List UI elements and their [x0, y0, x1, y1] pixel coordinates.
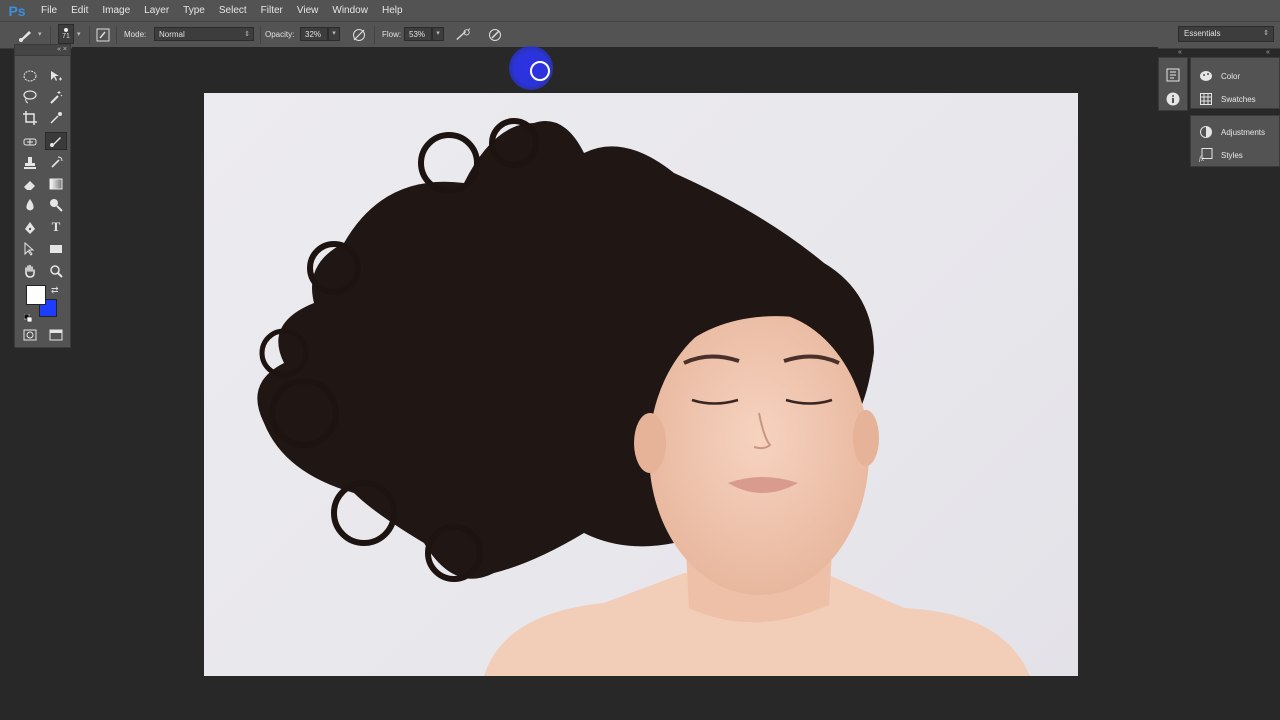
- color-panel-group: Color Swatches: [1190, 57, 1280, 109]
- panel-tab-swatches-label: Swatches: [1221, 94, 1256, 104]
- flow-slider-toggle-icon[interactable]: ▾: [432, 27, 444, 41]
- opacity-input[interactable]: 32%: [300, 27, 328, 41]
- svg-text:fx: fx: [1199, 155, 1205, 162]
- hand-tool-icon[interactable]: [19, 262, 41, 280]
- brush-picker-arrow-icon[interactable]: ▾: [77, 30, 81, 38]
- menu-edit[interactable]: Edit: [64, 5, 95, 16]
- brush-tool-icon[interactable]: [45, 132, 67, 150]
- info-panel-icon[interactable]: [1166, 92, 1180, 106]
- path-selection-tool-icon[interactable]: [19, 240, 41, 258]
- brush-tip-icon: [64, 28, 68, 32]
- blur-tool-icon[interactable]: [19, 196, 41, 214]
- panel-tab-styles[interactable]: fx Styles: [1191, 144, 1279, 166]
- workspace-switcher[interactable]: Essentials ⇕: [1178, 26, 1274, 42]
- dock-collapse-icon[interactable]: «: [1178, 49, 1182, 56]
- flow-input[interactable]: 53%: [404, 27, 432, 41]
- brush-panel-toggle-icon[interactable]: [95, 27, 111, 43]
- crop-tool-icon[interactable]: [19, 109, 41, 127]
- adjustments-icon: [1199, 125, 1213, 139]
- pressure-size-icon[interactable]: [487, 27, 503, 43]
- menu-view[interactable]: View: [290, 5, 326, 16]
- image-canvas[interactable]: [204, 93, 1078, 676]
- pen-tool-icon[interactable]: [19, 219, 41, 237]
- portrait-photo: [257, 118, 1030, 676]
- divider: [50, 26, 51, 44]
- toolbox-collapse-icon[interactable]: « ×: [15, 45, 70, 56]
- brush-size-picker[interactable]: 71: [58, 24, 74, 44]
- divider: [260, 26, 261, 44]
- menu-image[interactable]: Image: [95, 5, 137, 16]
- panel-tab-color-label: Color: [1221, 71, 1241, 81]
- menu-file[interactable]: File: [34, 5, 64, 16]
- magic-wand-tool-icon[interactable]: [45, 88, 67, 106]
- divider: [116, 26, 117, 44]
- eraser-tool-icon[interactable]: [19, 175, 41, 193]
- mode-label: Mode:: [124, 30, 147, 39]
- lasso-tool-icon[interactable]: [19, 88, 41, 106]
- panel-tab-adjustments[interactable]: Adjustments: [1191, 121, 1279, 143]
- dodge-tool-icon[interactable]: [45, 196, 67, 214]
- flow-label: Flow:: [382, 30, 402, 39]
- menu-select[interactable]: Select: [212, 5, 254, 16]
- styles-icon: fx: [1199, 148, 1213, 162]
- flow-value: 53%: [409, 30, 426, 39]
- color-icon: [1199, 69, 1213, 83]
- clone-stamp-tool-icon[interactable]: [19, 154, 41, 172]
- history-panel-icon[interactable]: [1166, 68, 1180, 82]
- brush-cursor: [509, 46, 553, 90]
- zoom-tool-icon[interactable]: [45, 262, 67, 280]
- divider: [89, 26, 90, 44]
- pressure-opacity-icon[interactable]: [351, 27, 367, 43]
- swatches-icon: [1199, 92, 1213, 106]
- panel-tab-adjustments-label: Adjustments: [1221, 127, 1266, 137]
- menu-filter[interactable]: Filter: [254, 5, 290, 16]
- menu-type[interactable]: Type: [176, 5, 212, 16]
- menu-window[interactable]: Window: [325, 5, 375, 16]
- toolbox: « × T ⇄: [14, 44, 71, 348]
- photoshop-logo: Ps: [8, 2, 26, 19]
- quick-mask-icon[interactable]: [19, 326, 41, 344]
- swap-colors-icon[interactable]: ⇄: [51, 285, 59, 296]
- default-colors-icon[interactable]: [23, 309, 33, 323]
- mode-select[interactable]: Normal ⇕: [154, 27, 254, 41]
- airbrush-icon[interactable]: [455, 27, 471, 43]
- screen-mode-icon[interactable]: [45, 326, 67, 344]
- type-tool-icon[interactable]: T: [45, 218, 67, 236]
- opacity-value: 32%: [305, 30, 322, 39]
- spot-healing-brush-tool-icon[interactable]: [19, 133, 41, 151]
- divider: [374, 26, 375, 44]
- dock-icon-strip: [1158, 57, 1188, 111]
- panel-tab-swatches[interactable]: Swatches: [1191, 88, 1279, 110]
- panels-column: Color Swatches Adjustments fx Styles: [1190, 57, 1280, 167]
- gradient-tool-icon[interactable]: [45, 175, 67, 193]
- adjustments-panel-group: Adjustments fx Styles: [1190, 115, 1280, 167]
- foreground-color-swatch[interactable]: [26, 285, 46, 305]
- menu-bar: Ps File Edit Image Layer Type Select Fil…: [0, 0, 1280, 21]
- rectangle-tool-icon[interactable]: [45, 240, 67, 258]
- preset-dropdown-arrow-icon[interactable]: ▾: [38, 30, 42, 38]
- panel-tab-styles-label: Styles: [1221, 150, 1243, 160]
- history-brush-tool-icon[interactable]: [45, 154, 67, 172]
- panels-collapse-icon[interactable]: «: [1266, 49, 1270, 56]
- brush-cursor-ring: [530, 61, 550, 81]
- mode-value: Normal: [159, 30, 185, 39]
- menu-help[interactable]: Help: [375, 5, 410, 16]
- opacity-label: Opacity:: [265, 30, 295, 39]
- brush-tool-preset-icon[interactable]: [18, 27, 34, 43]
- elliptical-marquee-tool-icon[interactable]: [19, 67, 41, 85]
- brush-size-value: 71: [62, 33, 70, 40]
- panel-tab-color[interactable]: Color: [1191, 65, 1279, 87]
- workspace-value: Essentials: [1184, 29, 1221, 38]
- workspace-arrows-icon: ⇕: [1263, 30, 1269, 37]
- mode-select-arrows-icon: ⇕: [244, 31, 250, 38]
- opacity-slider-toggle-icon[interactable]: ▾: [328, 27, 340, 41]
- menu-layer[interactable]: Layer: [137, 5, 176, 16]
- move-tool-icon[interactable]: [45, 67, 67, 85]
- eyedropper-tool-icon[interactable]: [45, 109, 67, 127]
- options-bar: ▾ 71 ▾ Mode: Normal ⇕ Opacity: 32% ▾ Flo…: [0, 21, 1280, 49]
